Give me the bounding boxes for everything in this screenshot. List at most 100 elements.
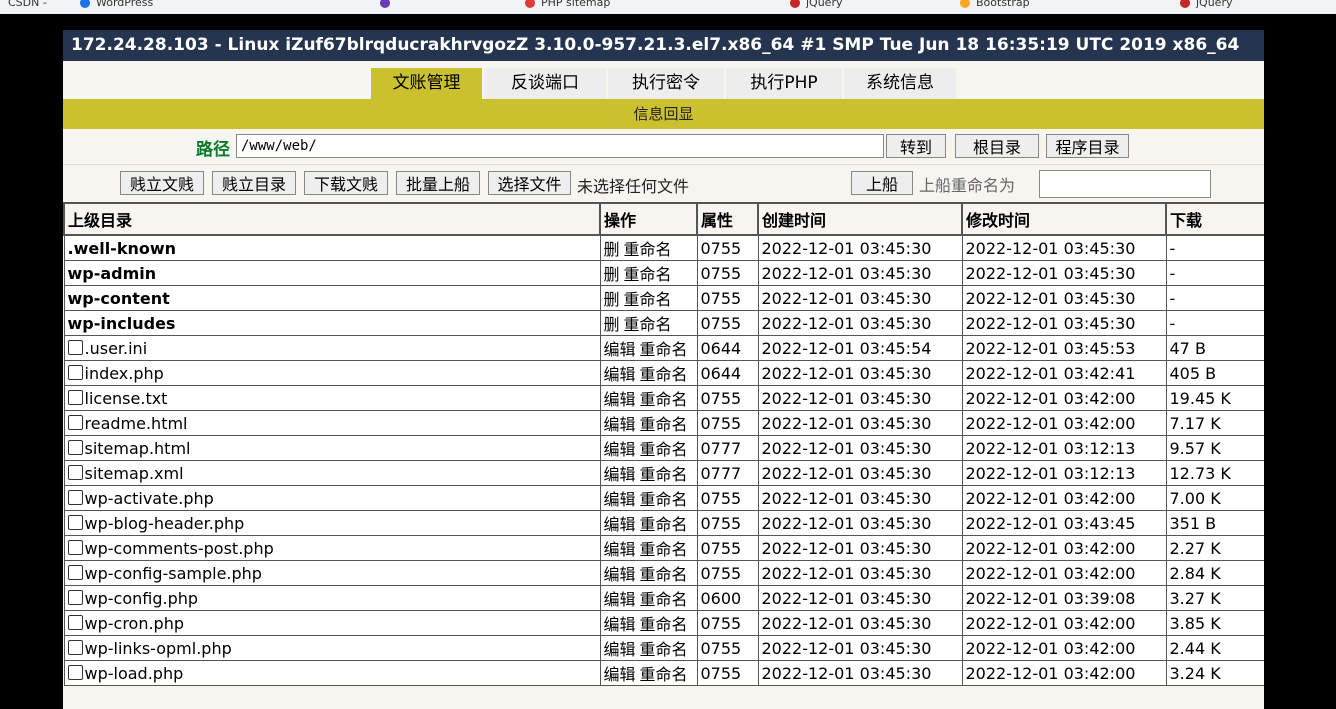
tab-system-info[interactable]: 系统信息: [844, 68, 956, 99]
download-size[interactable]: 2.44 K: [1165, 635, 1264, 661]
file-name-cell[interactable]: sitemap.html: [63, 435, 601, 461]
dir-link[interactable]: wp-includes: [68, 314, 176, 333]
file-name-cell[interactable]: wp-config.php: [63, 585, 601, 611]
permission-link[interactable]: 0755: [696, 310, 759, 336]
select-checkbox[interactable]: [67, 439, 83, 455]
download-size[interactable]: 3.24 K: [1165, 660, 1264, 686]
go-button[interactable]: 转到: [886, 134, 946, 158]
edit-link[interactable]: 编辑: [604, 565, 636, 584]
permission-link[interactable]: 0755: [696, 260, 759, 286]
download-size[interactable]: 47 B: [1165, 335, 1264, 361]
file-name[interactable]: wp-comments-post.php: [85, 539, 274, 558]
bookmark[interactable]: CSDN -: [8, 0, 47, 9]
tab-execute-php[interactable]: 执行PHP: [726, 68, 842, 99]
edit-link[interactable]: 编辑: [604, 465, 636, 484]
new-dir-button[interactable]: 贱立目录: [212, 171, 296, 195]
permission-link[interactable]: 0755: [696, 234, 759, 261]
edit-link[interactable]: 编辑: [604, 415, 636, 434]
batch-upload-button[interactable]: 批量上船: [396, 171, 480, 195]
delete-link[interactable]: 删: [604, 315, 620, 334]
file-name-cell[interactable]: license.txt: [63, 385, 601, 411]
edit-link[interactable]: 编辑: [604, 665, 636, 684]
bookmark[interactable]: jQuery: [790, 0, 843, 9]
edit-link[interactable]: 编辑: [604, 515, 636, 534]
edit-link[interactable]: 编辑: [604, 490, 636, 509]
edit-link[interactable]: 编辑: [604, 440, 636, 459]
file-name-cell[interactable]: sitemap.xml: [63, 460, 601, 486]
upload-button[interactable]: 上船: [851, 171, 913, 195]
download-file-button[interactable]: 下载文贱: [304, 171, 388, 195]
rename-link[interactable]: 重命名: [640, 465, 688, 484]
edit-link[interactable]: 编辑: [604, 640, 636, 659]
permission-link[interactable]: 0755: [696, 635, 759, 661]
edit-link[interactable]: 编辑: [604, 390, 636, 409]
rename-link[interactable]: 重命名: [640, 340, 688, 359]
rename-link[interactable]: 重命名: [640, 565, 688, 584]
file-name[interactable]: index.php: [85, 364, 164, 383]
permission-link[interactable]: 0600: [696, 585, 759, 611]
select-checkbox[interactable]: [67, 614, 83, 630]
permission-link[interactable]: 0755: [696, 510, 759, 536]
bookmark[interactable]: PHP sitemap: [525, 0, 610, 9]
select-checkbox[interactable]: [67, 639, 83, 655]
file-name-cell[interactable]: wp-links-opml.php: [63, 635, 601, 661]
rename-link[interactable]: 重命名: [640, 440, 688, 459]
download-size[interactable]: 7.17 K: [1165, 410, 1264, 436]
edit-link[interactable]: 编辑: [604, 540, 636, 559]
edit-link[interactable]: 编辑: [604, 340, 636, 359]
download-size[interactable]: 351 B: [1165, 510, 1264, 536]
file-name[interactable]: wp-config.php: [85, 589, 199, 608]
permission-link[interactable]: 0755: [696, 535, 759, 561]
select-checkbox[interactable]: [67, 414, 83, 430]
bookmark[interactable]: WordPress: [80, 0, 153, 9]
dir-link[interactable]: wp-content: [68, 289, 170, 308]
rename-link[interactable]: 重命名: [640, 390, 688, 409]
select-checkbox[interactable]: [67, 489, 83, 505]
select-checkbox[interactable]: [67, 589, 83, 605]
rename-link[interactable]: 重命名: [624, 240, 672, 259]
rename-link[interactable]: 重命名: [624, 290, 672, 309]
rename-link[interactable]: 重命名: [640, 665, 688, 684]
select-checkbox[interactable]: [67, 364, 83, 380]
bookmark[interactable]: Bootstrap: [960, 0, 1030, 9]
choose-file-button[interactable]: 选择文件: [488, 171, 571, 195]
download-size[interactable]: 2.27 K: [1165, 535, 1264, 561]
rename-link[interactable]: 重命名: [640, 415, 688, 434]
file-name[interactable]: wp-config-sample.php: [85, 564, 262, 583]
select-checkbox[interactable]: [67, 664, 83, 680]
select-checkbox[interactable]: [67, 564, 83, 580]
file-name-cell[interactable]: wp-activate.php: [63, 485, 601, 511]
file-name[interactable]: sitemap.html: [85, 439, 191, 458]
delete-link[interactable]: 删: [604, 290, 620, 309]
select-checkbox[interactable]: [67, 464, 83, 480]
download-size[interactable]: 19.45 K: [1165, 385, 1264, 411]
dir-link[interactable]: wp-admin: [68, 264, 157, 283]
download-size[interactable]: 12.73 K: [1165, 460, 1264, 486]
delete-link[interactable]: 删: [604, 240, 620, 259]
permission-link[interactable]: 0755: [696, 610, 759, 636]
file-name-cell[interactable]: wp-includes: [63, 310, 601, 336]
permission-link[interactable]: 0755: [696, 410, 759, 436]
path-input[interactable]: [236, 134, 884, 158]
file-name-cell[interactable]: wp-blog-header.php: [63, 510, 601, 536]
file-name-cell[interactable]: wp-config-sample.php: [63, 560, 601, 586]
permission-link[interactable]: 0777: [696, 460, 759, 486]
file-name-cell[interactable]: .well-known: [63, 234, 601, 261]
file-name[interactable]: readme.html: [85, 414, 188, 433]
permission-link[interactable]: 0777: [696, 435, 759, 461]
permission-link[interactable]: 0755: [696, 285, 759, 311]
download-size[interactable]: 3.27 K: [1165, 585, 1264, 611]
program-dir-button[interactable]: 程序目录: [1046, 134, 1129, 158]
file-name-cell[interactable]: wp-comments-post.php: [63, 535, 601, 561]
select-checkbox[interactable]: [67, 514, 83, 530]
tab-file-manager[interactable]: 文账管理: [371, 68, 482, 99]
download-size[interactable]: 405 B: [1165, 360, 1264, 386]
delete-link[interactable]: 删: [604, 265, 620, 284]
file-name[interactable]: license.txt: [85, 389, 168, 408]
file-name[interactable]: wp-load.php: [85, 664, 184, 683]
dir-link[interactable]: .well-known: [68, 239, 177, 258]
bookmark[interactable]: [380, 0, 396, 9]
tab-execute-command[interactable]: 执行密令: [608, 68, 724, 99]
rename-link[interactable]: 重命名: [640, 640, 688, 659]
file-name-cell[interactable]: index.php: [63, 360, 601, 386]
